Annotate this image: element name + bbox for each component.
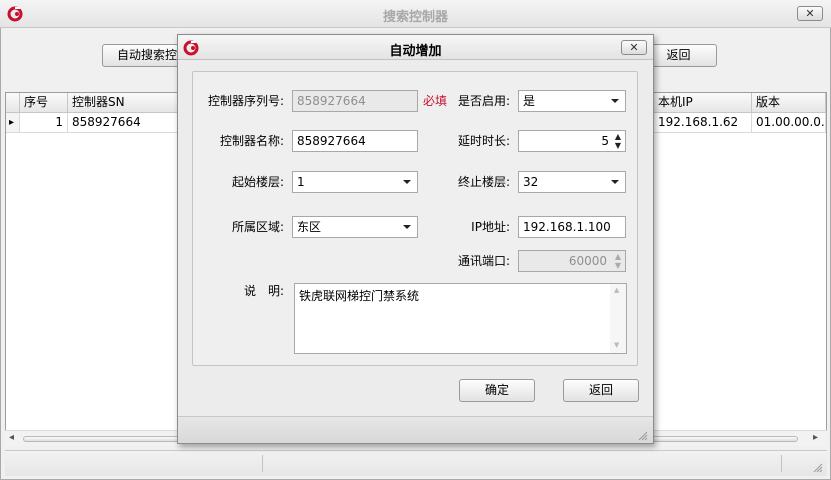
start-floor-label: 起始楼层:: [231, 175, 284, 189]
status-bar: [5, 450, 827, 476]
close-icon: ✕: [805, 7, 815, 20]
dialog-title: 自动增加: [389, 44, 442, 59]
chevron-down-icon: [611, 180, 619, 184]
spin-down-icon[interactable]: ▼: [613, 261, 623, 270]
port-label: 通讯端口:: [457, 254, 510, 268]
cell-seq[interactable]: 1: [20, 113, 68, 133]
end-floor-select[interactable]: 32: [518, 171, 626, 193]
desc-scrollbar[interactable]: ▲ ▼: [610, 284, 626, 353]
enabled-value: 是: [523, 94, 536, 108]
dialog-footer: [178, 416, 653, 443]
column-header-version[interactable]: 版本: [752, 93, 826, 113]
end-floor-label: 终止楼层:: [457, 175, 510, 189]
column-header-sn[interactable]: 控制器SN: [68, 93, 178, 113]
close-icon: ✕: [629, 41, 639, 54]
spin-down-icon[interactable]: ▼: [613, 141, 623, 150]
desc-value: 铁虎联网梯控门禁系统: [299, 289, 420, 303]
window-title: 搜索控制器: [382, 10, 448, 25]
auto-add-dialog: 自动增加 ✕ 控制器序列号: 858927664 必填 是否启用: 是 控制器名…: [177, 34, 654, 444]
port-stepper[interactable]: 60000 ▲ ▼: [518, 250, 626, 272]
resize-grip-icon[interactable]: [811, 461, 823, 473]
grid-corner: [6, 93, 20, 113]
window-close-button[interactable]: ✕: [797, 6, 823, 21]
ok-button[interactable]: 确定: [459, 379, 535, 402]
area-label: 所属区域:: [231, 220, 284, 234]
delay-label: 延时时长:: [457, 134, 510, 148]
scroll-left-icon[interactable]: ◂: [9, 432, 14, 443]
dialog-close-button[interactable]: ✕: [621, 40, 647, 55]
required-tag: 必填: [423, 94, 448, 108]
window-titlebar: 搜索控制器 ✕: [0, 0, 831, 28]
desc-label: 说 明:: [243, 284, 284, 298]
start-floor-value: 1: [297, 175, 305, 189]
resize-grip-icon[interactable]: [636, 429, 648, 441]
dialog-titlebar: 自动增加 ✕: [178, 35, 653, 60]
chevron-down-icon: [403, 225, 411, 229]
name-input[interactable]: 858927664: [292, 130, 418, 152]
ip-label: IP地址:: [471, 220, 510, 234]
status-divider: [781, 455, 782, 472]
serial-label: 控制器序列号:: [207, 94, 284, 108]
desc-textarea[interactable]: 铁虎联网梯控门禁系统 ▲ ▼: [294, 283, 627, 354]
area-select[interactable]: 东区: [292, 216, 418, 238]
delay-value: 5: [601, 134, 609, 148]
serial-input[interactable]: 858927664: [292, 90, 418, 112]
enabled-select[interactable]: 是: [518, 90, 626, 112]
scroll-right-icon[interactable]: ▸: [813, 432, 818, 443]
enabled-label: 是否启用:: [457, 94, 510, 108]
cell-ip[interactable]: 192.168.1.62: [654, 113, 752, 133]
scroll-up-icon[interactable]: ▲: [614, 286, 619, 294]
name-label: 控制器名称:: [219, 134, 284, 148]
start-floor-select[interactable]: 1: [292, 171, 418, 193]
chevron-down-icon: [611, 99, 619, 103]
ip-input[interactable]: 192.168.1.100: [518, 216, 626, 238]
column-header-ip[interactable]: 本机IP: [654, 93, 752, 113]
end-floor-value: 32: [523, 175, 539, 189]
chevron-down-icon: [403, 180, 411, 184]
area-value: 东区: [297, 220, 322, 234]
cell-version[interactable]: 01.00.00.0...: [752, 113, 826, 133]
column-header-seq[interactable]: 序号: [20, 93, 68, 113]
status-divider: [262, 455, 263, 472]
delay-stepper[interactable]: 5 ▲ ▼: [518, 130, 626, 152]
spin-up-icon[interactable]: ▲: [613, 132, 623, 141]
dialog-back-button[interactable]: 返回: [563, 379, 639, 402]
scroll-down-icon[interactable]: ▼: [614, 341, 619, 349]
row-marker: ▸: [6, 113, 20, 133]
cell-sn[interactable]: 858927664: [68, 113, 178, 133]
spin-up-icon[interactable]: ▲: [613, 252, 623, 261]
port-value: 60000: [568, 254, 607, 268]
